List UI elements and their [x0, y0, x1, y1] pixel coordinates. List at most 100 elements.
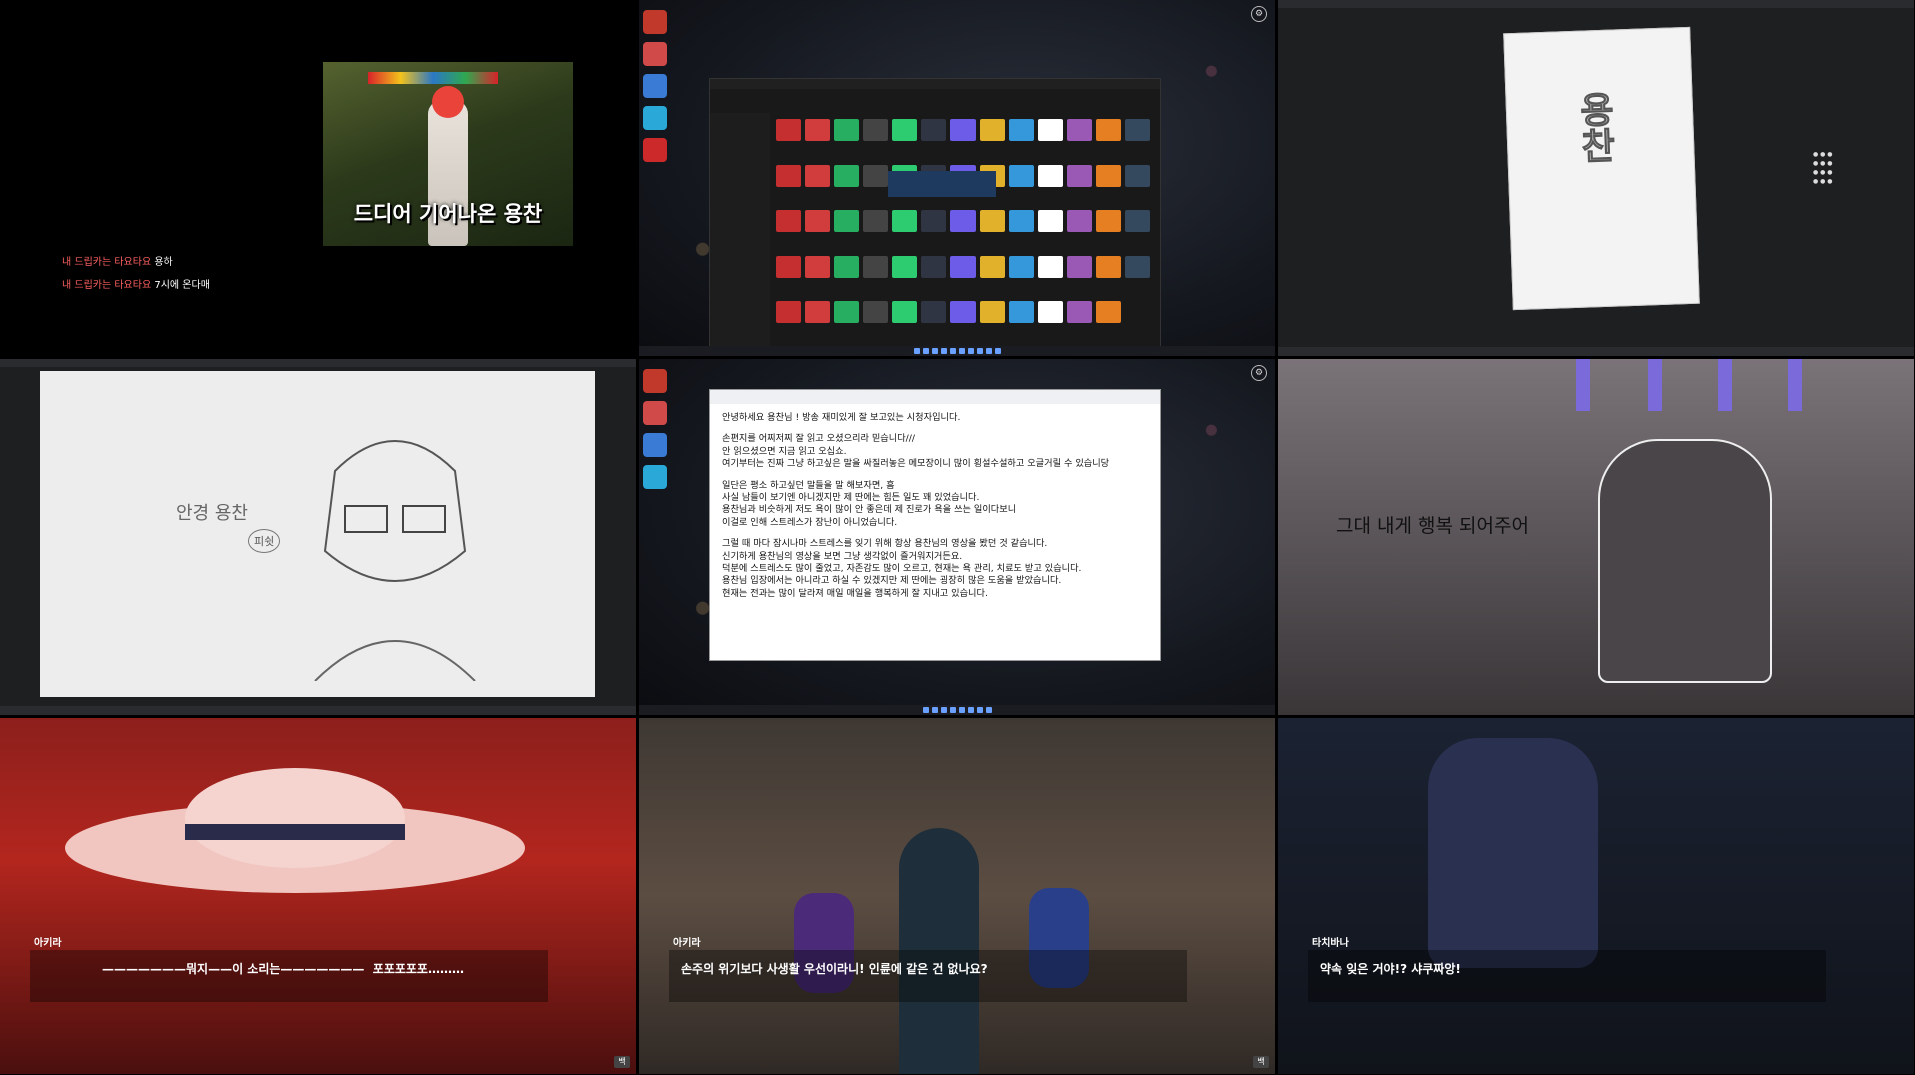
file-thumbnail[interactable] — [805, 164, 831, 187]
file-thumbnail[interactable] — [1008, 119, 1034, 141]
notepad-window[interactable]: 안녕하세요 용찬님 ! 방송 재미있게 잘 보고있는 시청자입니다. 손편지를 어… — [709, 389, 1161, 661]
file-thumbnail[interactable] — [1037, 210, 1063, 233]
video-grid: 드디어 기어나온 용찬 내 드립카는 타요타요 용하 내 드립카는 타요타요 7… — [0, 0, 1915, 1075]
file-thumbnail[interactable] — [834, 255, 860, 278]
app-icon[interactable] — [643, 433, 667, 457]
dialogue-box[interactable]: 아키라 ———————뭐지——이 소리는——————— 포포포포포……… — [30, 938, 548, 1002]
back-icon[interactable]: 백 — [1253, 1056, 1269, 1068]
settings-icon[interactable]: ⚙ — [1251, 365, 1267, 381]
app-icon[interactable] — [643, 401, 667, 425]
file-thumbnail[interactable] — [776, 255, 802, 278]
file-thumbnail[interactable] — [1066, 210, 1092, 233]
file-thumbnail[interactable] — [805, 210, 831, 233]
file-thumbnail[interactable] — [950, 210, 976, 233]
file-thumbnail[interactable] — [805, 119, 831, 141]
file-thumbnail[interactable] — [921, 255, 947, 278]
letter-line: 이걸로 인해 스트레스가 장난이 아니었습니다. — [722, 516, 898, 528]
viewer-toolbar[interactable] — [1278, 0, 1914, 8]
chat-username: 내 드립카는 타요타요 — [62, 257, 152, 268]
file-thumbnail[interactable] — [776, 119, 802, 141]
file-thumbnail[interactable] — [1124, 210, 1150, 233]
file-thumbnail[interactable] — [776, 210, 802, 233]
app-icon[interactable] — [643, 74, 667, 98]
file-thumbnail[interactable] — [1066, 119, 1092, 141]
explorer-sidebar[interactable] — [710, 113, 770, 349]
file-thumbnail[interactable] — [921, 301, 947, 324]
app-icon[interactable] — [643, 465, 667, 489]
letter-text[interactable]: 안녕하세요 용찬님 ! 방송 재미있게 잘 보고있는 시청자입니다. 손편지를 어… — [710, 404, 1160, 608]
file-thumbnail[interactable] — [834, 210, 860, 233]
file-thumbnail[interactable] — [1066, 164, 1092, 187]
file-thumbnail[interactable] — [1095, 210, 1121, 233]
file-thumbnail[interactable] — [805, 301, 831, 324]
back-icon[interactable]: 백 — [614, 1056, 630, 1068]
file-thumbnail[interactable] — [921, 119, 947, 141]
notepad-menubar[interactable] — [710, 390, 1160, 404]
file-thumbnail[interactable] — [979, 255, 1005, 278]
taskbar[interactable] — [639, 705, 1275, 715]
file-thumbnail[interactable] — [892, 210, 918, 233]
file-thumbnail[interactable] — [1008, 255, 1034, 278]
drawing-paper: 용찬 — [1503, 26, 1700, 311]
letter-line: 손편지를 어찌저찌 잘 읽고 오셨으리라 믿습니다/// — [722, 433, 915, 445]
file-thumbnail[interactable] — [834, 301, 860, 324]
tile-paper-drawing: 용찬 ● ● ● ● ● ● ● ● ● ● ● ● — [1278, 0, 1914, 356]
file-thumbnail[interactable] — [950, 119, 976, 141]
file-thumbnail[interactable] — [1124, 255, 1150, 278]
file-thumbnail[interactable] — [979, 210, 1005, 233]
dancer-figure — [1428, 738, 1598, 968]
file-thumbnail[interactable] — [863, 164, 889, 187]
file-thumbnail[interactable] — [1095, 255, 1121, 278]
file-thumbnail[interactable] — [863, 119, 889, 141]
file-thumbnail[interactable] — [863, 210, 889, 233]
file-thumbnail[interactable] — [1008, 210, 1034, 233]
file-thumbnail[interactable] — [1008, 164, 1034, 187]
file-thumbnail[interactable] — [834, 119, 860, 141]
file-thumbnail[interactable] — [805, 255, 831, 278]
file-thumbnail[interactable] — [1095, 164, 1121, 187]
settings-icon[interactable]: ⚙ — [1251, 6, 1267, 22]
file-thumbnail[interactable] — [1037, 164, 1063, 187]
file-thumbnail[interactable] — [1124, 119, 1150, 141]
file-thumbnail[interactable] — [1037, 119, 1063, 141]
person-head — [432, 86, 464, 118]
taskbar[interactable] — [0, 706, 636, 715]
dialogue-box[interactable]: 아키라 손주의 위기보다 사생활 우선이라니! 인륜에 같은 건 없나요? — [669, 938, 1187, 1002]
app-icon[interactable] — [643, 42, 667, 66]
speaker-name: 타치바나 — [1312, 938, 1349, 949]
video-clip[interactable]: 드디어 기어나온 용찬 — [323, 62, 573, 246]
file-thumbnail[interactable] — [892, 119, 918, 141]
file-explorer-window[interactable] — [709, 78, 1161, 350]
app-icon[interactable] — [643, 369, 667, 393]
taskbar[interactable] — [1278, 347, 1914, 356]
file-thumbnail[interactable] — [1037, 301, 1063, 324]
file-thumbnail[interactable] — [892, 301, 918, 324]
file-thumbnail[interactable] — [892, 255, 918, 278]
viewer-toolbar[interactable] — [0, 359, 636, 367]
file-thumbnail[interactable] — [1037, 255, 1063, 278]
file-thumbnail[interactable] — [1008, 301, 1034, 324]
file-thumbnail[interactable] — [979, 119, 1005, 141]
file-thumbnail[interactable] — [950, 255, 976, 278]
taskbar[interactable] — [639, 346, 1275, 356]
file-thumbnail[interactable] — [834, 164, 860, 187]
file-grid[interactable] — [776, 119, 1150, 343]
file-thumbnail[interactable] — [950, 301, 976, 324]
file-thumbnail[interactable] — [863, 255, 889, 278]
file-thumbnail[interactable] — [776, 301, 802, 324]
file-thumbnail[interactable] — [1095, 301, 1121, 324]
file-thumbnail[interactable] — [979, 301, 1005, 324]
file-thumbnail[interactable] — [921, 210, 947, 233]
app-icon[interactable] — [643, 10, 667, 34]
file-thumbnail[interactable] — [1066, 255, 1092, 278]
file-thumbnail[interactable] — [776, 164, 802, 187]
file-thumbnail[interactable] — [1124, 164, 1150, 187]
app-icon[interactable] — [643, 106, 667, 130]
dialogue-box[interactable]: 타치바나 약속 잊은 거야!? 샤쿠짜앙! — [1308, 938, 1826, 1002]
window-titlebar[interactable] — [710, 79, 1160, 89]
app-icon[interactable] — [643, 138, 667, 162]
file-thumbnail[interactable] — [1095, 119, 1121, 141]
train-strap — [1576, 359, 1590, 411]
file-thumbnail[interactable] — [863, 301, 889, 324]
file-thumbnail[interactable] — [1066, 301, 1092, 324]
